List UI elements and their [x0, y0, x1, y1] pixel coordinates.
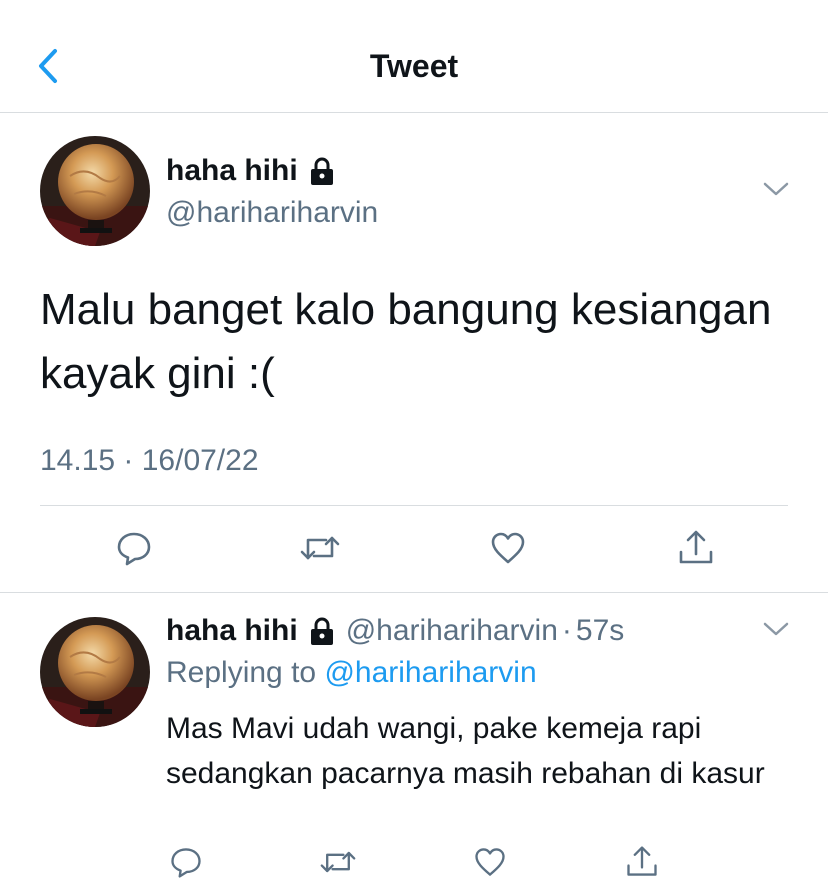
reply-like-button[interactable]	[468, 842, 512, 886]
replying-to-label: Replying to	[166, 656, 317, 689]
retweet-icon	[318, 844, 358, 885]
share-button[interactable]	[674, 528, 718, 572]
author-handle[interactable]: @harihariharvin	[166, 196, 378, 230]
reply-bubble-icon	[114, 528, 154, 573]
reply-text: Mas Mavi udah wangi, pake kemeja rapi se…	[166, 712, 765, 790]
share-icon	[676, 528, 716, 573]
heart-icon	[488, 528, 528, 573]
like-button[interactable]	[486, 528, 530, 572]
reply-button[interactable]	[112, 528, 156, 572]
reply-avatar[interactable]	[40, 617, 150, 727]
chevron-down-icon	[763, 181, 789, 202]
reply-author-row: haha hihi @harihariharvin · 57s	[166, 614, 624, 648]
reply-timestamp[interactable]: 57s	[576, 614, 624, 648]
author-name-row: haha hihi	[166, 154, 336, 188]
lock-icon	[308, 156, 336, 186]
reply-display-name[interactable]: haha hihi	[166, 614, 298, 648]
reply-author-handle[interactable]: @harihariharvin	[346, 614, 558, 648]
page-title: Tweet	[369, 48, 459, 84]
tweet-text: Malu banget kalo bangung kesiangan kayak…	[40, 285, 772, 398]
heart-icon	[472, 844, 508, 885]
chevron-down-icon	[763, 621, 789, 642]
tweet-menu-button[interactable]	[756, 176, 796, 206]
replying-to-line: Replying to @harihariharvin	[166, 656, 537, 690]
retweet-icon	[298, 528, 342, 573]
reply-share-button[interactable]	[620, 842, 664, 886]
replying-to-mention[interactable]: @harihariharvin	[324, 656, 536, 689]
divider	[0, 592, 828, 593]
reply-reply-button[interactable]	[164, 842, 208, 886]
reply-bubble-icon	[168, 844, 204, 885]
display-name[interactable]: haha hihi	[166, 154, 298, 188]
share-icon	[624, 844, 660, 885]
retweet-button[interactable]	[298, 528, 342, 572]
tweet-timestamp[interactable]: 14.15 · 16/07/22	[40, 444, 259, 478]
reply-menu-button[interactable]	[756, 616, 796, 646]
divider	[40, 505, 788, 506]
top-bar: Tweet	[0, 0, 828, 113]
lock-icon	[308, 616, 336, 646]
avatar[interactable]	[40, 136, 150, 246]
reply-retweet-button[interactable]	[316, 842, 360, 886]
separator-dot: ·	[561, 614, 572, 647]
